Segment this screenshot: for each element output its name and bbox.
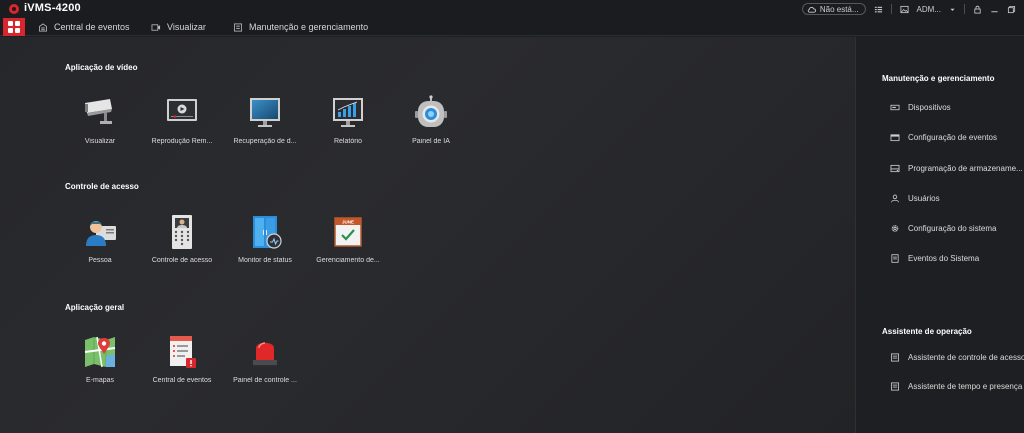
grid-cell <box>15 21 20 26</box>
tile-access-control[interactable]: Controle de acesso <box>142 214 222 274</box>
app-logo-icon <box>9 4 19 14</box>
dropdown-icon[interactable] <box>949 5 956 14</box>
tile-label: Reprodução Rem... <box>151 138 213 145</box>
link-label: Configuração do sistema <box>908 223 997 233</box>
assistant-access-icon <box>890 352 900 362</box>
tile-label: Pessoa <box>88 257 112 264</box>
link-label: Configuração de eventos <box>908 132 997 142</box>
tile-status-monitor[interactable]: Monitor de status <box>225 214 305 274</box>
panel-title-maintenance: Manutenção e gerenciamento <box>882 74 995 83</box>
link-label: Assistente de controle de acesso <box>908 352 1024 362</box>
door-status-icon <box>253 216 282 249</box>
title-bar: iVMS-4200 Não está... ADM... <box>0 0 1024 18</box>
assistant-attendance-icon <box>890 381 900 391</box>
tile-label: Gerenciamento de... <box>316 257 380 264</box>
grid-cell <box>15 28 20 33</box>
storage-schedule-icon <box>890 164 900 172</box>
tile-person[interactable]: Pessoa <box>60 214 140 274</box>
current-user[interactable]: ADM... <box>917 5 941 14</box>
section-title-video: Aplicação de vídeo <box>65 63 138 72</box>
door-panel-icon <box>172 215 192 249</box>
grid-cell <box>8 21 13 26</box>
gear-icon <box>891 224 899 232</box>
tile-label: Painel de IA <box>412 138 450 145</box>
link-label: Programação de armazename... <box>908 163 1023 173</box>
report-chart-icon <box>333 98 363 127</box>
tile-label: Visualizar <box>84 138 116 145</box>
menu-label: Manutenção e gerenciamento <box>249 22 369 32</box>
app-title: iVMS-4200 <box>24 2 81 14</box>
link-users[interactable]: Usuários <box>890 191 940 205</box>
event-config-icon <box>890 133 900 141</box>
tile-label: Recuperação de d... <box>233 138 297 145</box>
live-view-icon <box>151 23 161 31</box>
tile-label: Relatório <box>333 138 362 145</box>
divider <box>890 4 892 14</box>
link-event-config[interactable]: Configuração de eventos <box>890 130 997 144</box>
tile-live-view[interactable]: Visualizar <box>60 95 140 155</box>
home-grid-button[interactable] <box>3 18 25 36</box>
monitor-icon <box>250 98 280 127</box>
tile-label: E-mapas <box>85 377 114 384</box>
calendar-icon: JUNE <box>334 217 362 247</box>
link-access-assistant[interactable]: Assistente de controle de acesso <box>890 350 1024 364</box>
link-system-events[interactable]: Eventos do Sistema <box>890 251 979 265</box>
user-icon <box>891 194 899 202</box>
device-icon <box>890 104 900 110</box>
tile-remote-playback[interactable]: Reprodução Rem... <box>142 95 222 155</box>
event-list-icon <box>170 336 196 368</box>
menu-event-center[interactable]: Central de eventos <box>38 19 130 35</box>
camera-icon <box>85 99 112 124</box>
tile-time-management[interactable]: JUNE Gerenciamento de... <box>308 214 388 274</box>
person-card-icon <box>86 221 116 246</box>
link-label: Assistente de tempo e presença <box>908 381 1023 391</box>
section-title-general: Aplicação geral <box>65 303 125 312</box>
panel-title-assistant: Assistente de operação <box>882 327 972 336</box>
tile-label: Controle de acesso <box>151 257 213 264</box>
link-label: Eventos do Sistema <box>908 253 980 263</box>
link-label: Usuários <box>908 193 940 203</box>
cloud-status-pill[interactable]: Não está... <box>801 3 866 15</box>
image-icon[interactable] <box>900 5 909 14</box>
link-attendance-assistant[interactable]: Assistente de tempo e presença <box>890 379 1022 393</box>
link-label: Dispositivos <box>908 102 951 112</box>
cloud-status-text: Não está... <box>819 4 859 14</box>
title-bar-controls: Não está... ADM... <box>801 0 1024 18</box>
menu-bar: Central de eventos Visualizar Manutenção… <box>0 18 1024 36</box>
link-devices[interactable]: Dispositivos <box>890 100 951 114</box>
right-panel: Manutenção e gerenciamento Dispositivos … <box>855 37 1024 433</box>
tile-emaps[interactable]: E-mapas <box>60 334 140 394</box>
tile-data-retrieval[interactable]: Recuperação de d... <box>225 95 305 155</box>
menu-label: Visualizar <box>167 22 206 32</box>
svg-text:JUNE: JUNE <box>342 220 354 225</box>
cloud-icon <box>807 6 816 13</box>
tile-report[interactable]: Relatório <box>308 95 388 155</box>
section-title-access: Controle de acesso <box>65 182 139 191</box>
lock-icon[interactable] <box>973 5 982 14</box>
playback-icon <box>167 99 197 121</box>
link-system-config[interactable]: Configuração do sistema <box>890 221 997 235</box>
tile-label: Central de eventos <box>152 377 212 384</box>
tile-label: Monitor de status <box>238 257 292 264</box>
tile-event-center[interactable]: Central de eventos <box>142 334 222 394</box>
system-log-icon <box>891 253 899 263</box>
grid-cell <box>8 28 13 33</box>
menu-live-view[interactable]: Visualizar <box>151 19 206 35</box>
tile-alarm-panel[interactable]: Painel de controle ... <box>225 334 305 394</box>
restore-icon[interactable] <box>1007 5 1016 14</box>
maintenance-icon <box>233 22 243 32</box>
tile-label: Painel de controle ... <box>233 377 297 384</box>
tile-ai-panel[interactable]: Painel de IA <box>391 95 471 155</box>
minimize-icon[interactable] <box>990 5 999 14</box>
event-center-icon <box>38 22 48 32</box>
user-list-icon[interactable] <box>874 5 883 14</box>
map-pin-icon <box>84 336 116 368</box>
divider <box>964 4 965 14</box>
link-storage-schedule[interactable]: Programação de armazename... <box>890 161 1023 175</box>
main-content: Aplicação de vídeo Visualizar Reprodução… <box>0 37 855 433</box>
ai-robot-icon <box>415 95 447 127</box>
alarm-light-icon <box>253 342 277 367</box>
menu-maintenance[interactable]: Manutenção e gerenciamento <box>233 19 368 35</box>
menu-label: Central de eventos <box>54 22 130 32</box>
